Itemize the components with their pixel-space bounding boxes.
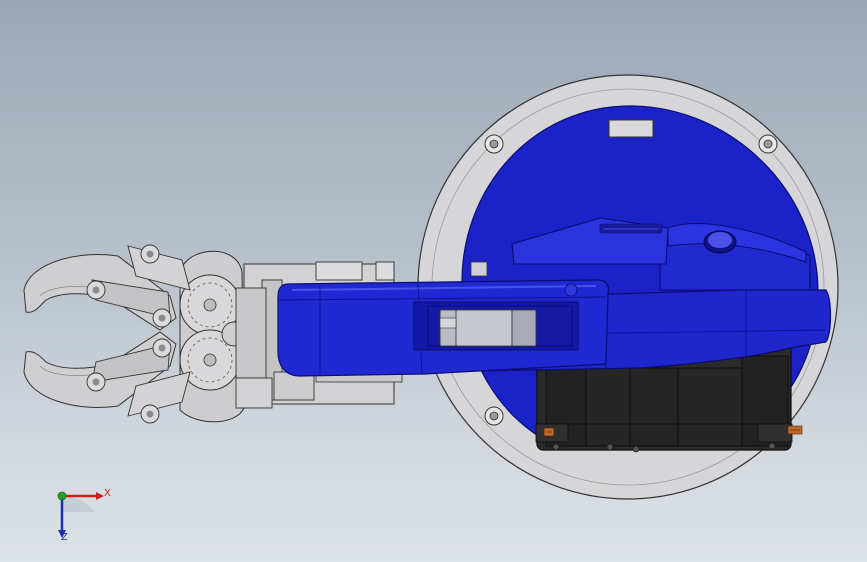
flange-hole	[484, 406, 504, 426]
gripper[interactable]	[23, 244, 273, 424]
flange-hole	[758, 134, 778, 154]
robot-arm-model[interactable]	[0, 0, 867, 562]
z-axis-label: Z	[61, 532, 68, 543]
x-axis-label: X	[104, 488, 111, 499]
flange-hole	[484, 134, 504, 154]
reference-triad: X Z	[40, 482, 120, 544]
graphics-viewport[interactable]: X Z	[0, 0, 867, 562]
screw-icon	[787, 425, 803, 435]
screw-icon	[543, 427, 555, 437]
forearm[interactable]	[277, 279, 610, 377]
